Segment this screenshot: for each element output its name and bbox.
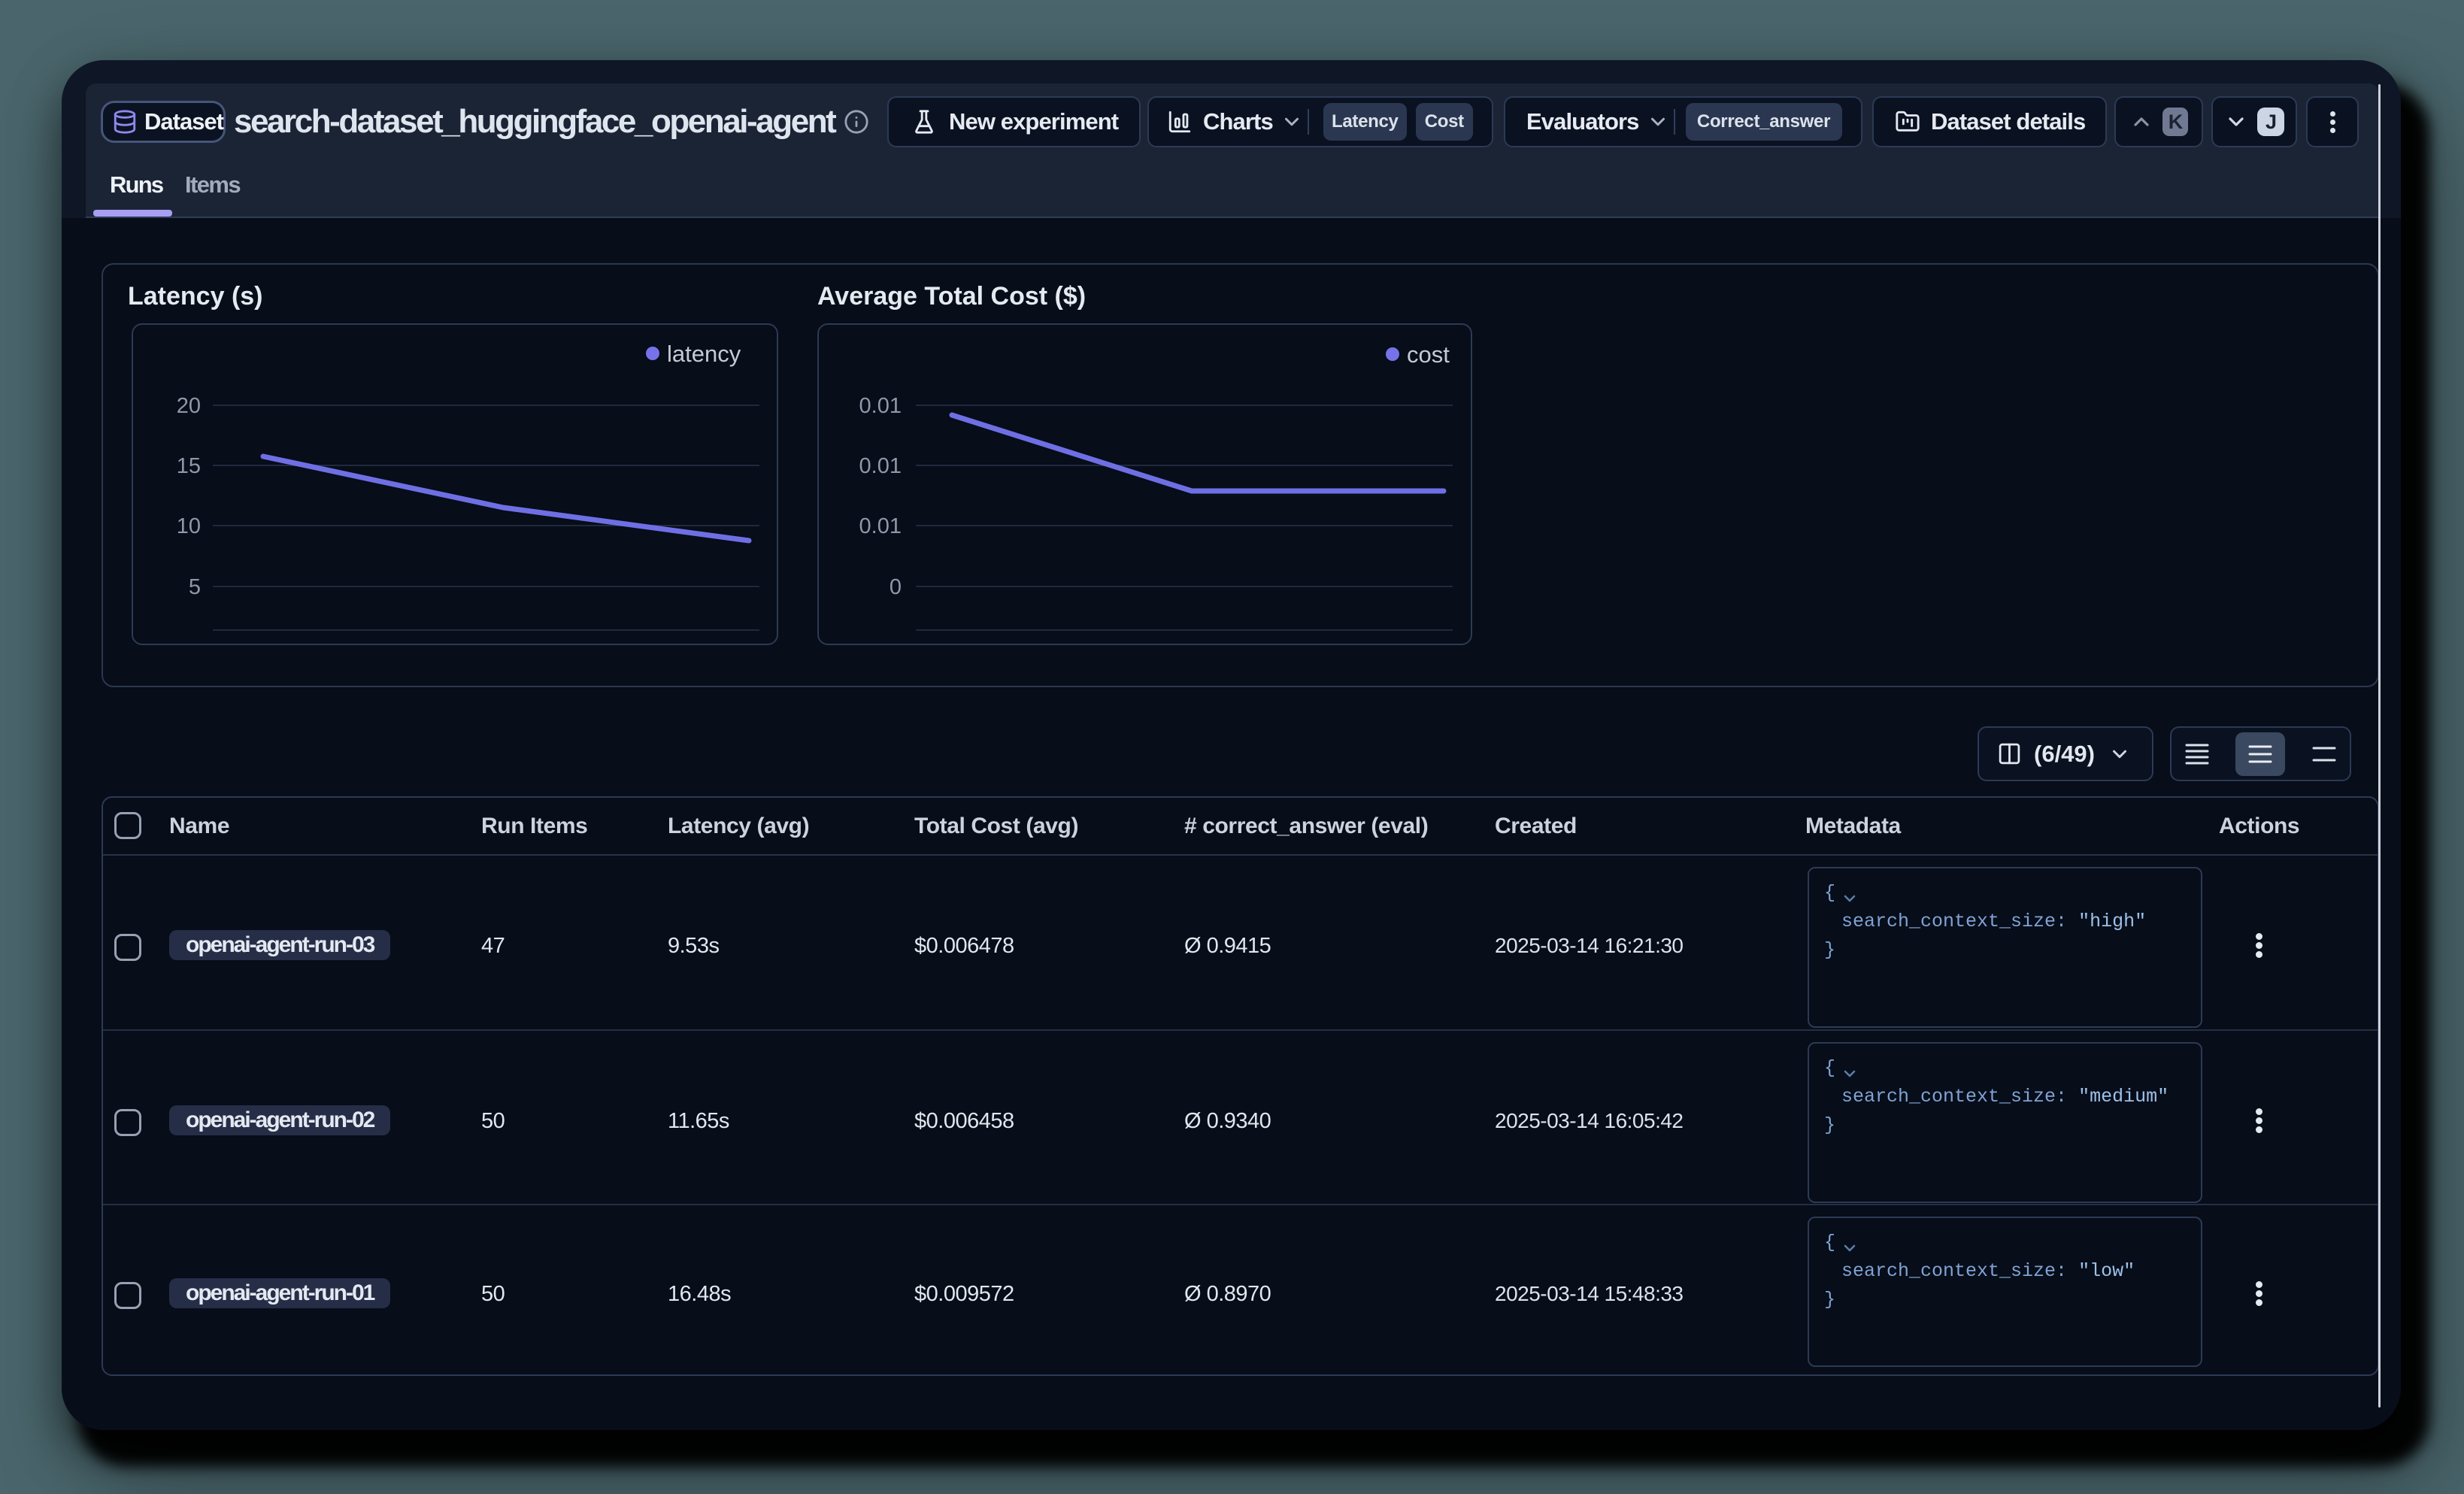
svg-text:5: 5 — [189, 575, 201, 599]
svg-text:15: 15 — [177, 454, 201, 478]
svg-text:0.01: 0.01 — [859, 514, 902, 538]
svg-text:20: 20 — [177, 394, 201, 418]
svg-text:cost: cost — [1407, 341, 1450, 368]
svg-text:latency: latency — [667, 341, 741, 367]
svg-text:0.01: 0.01 — [859, 394, 902, 418]
svg-text:0: 0 — [890, 575, 902, 599]
svg-text:0.01: 0.01 — [859, 454, 902, 478]
svg-text:10: 10 — [177, 514, 201, 538]
